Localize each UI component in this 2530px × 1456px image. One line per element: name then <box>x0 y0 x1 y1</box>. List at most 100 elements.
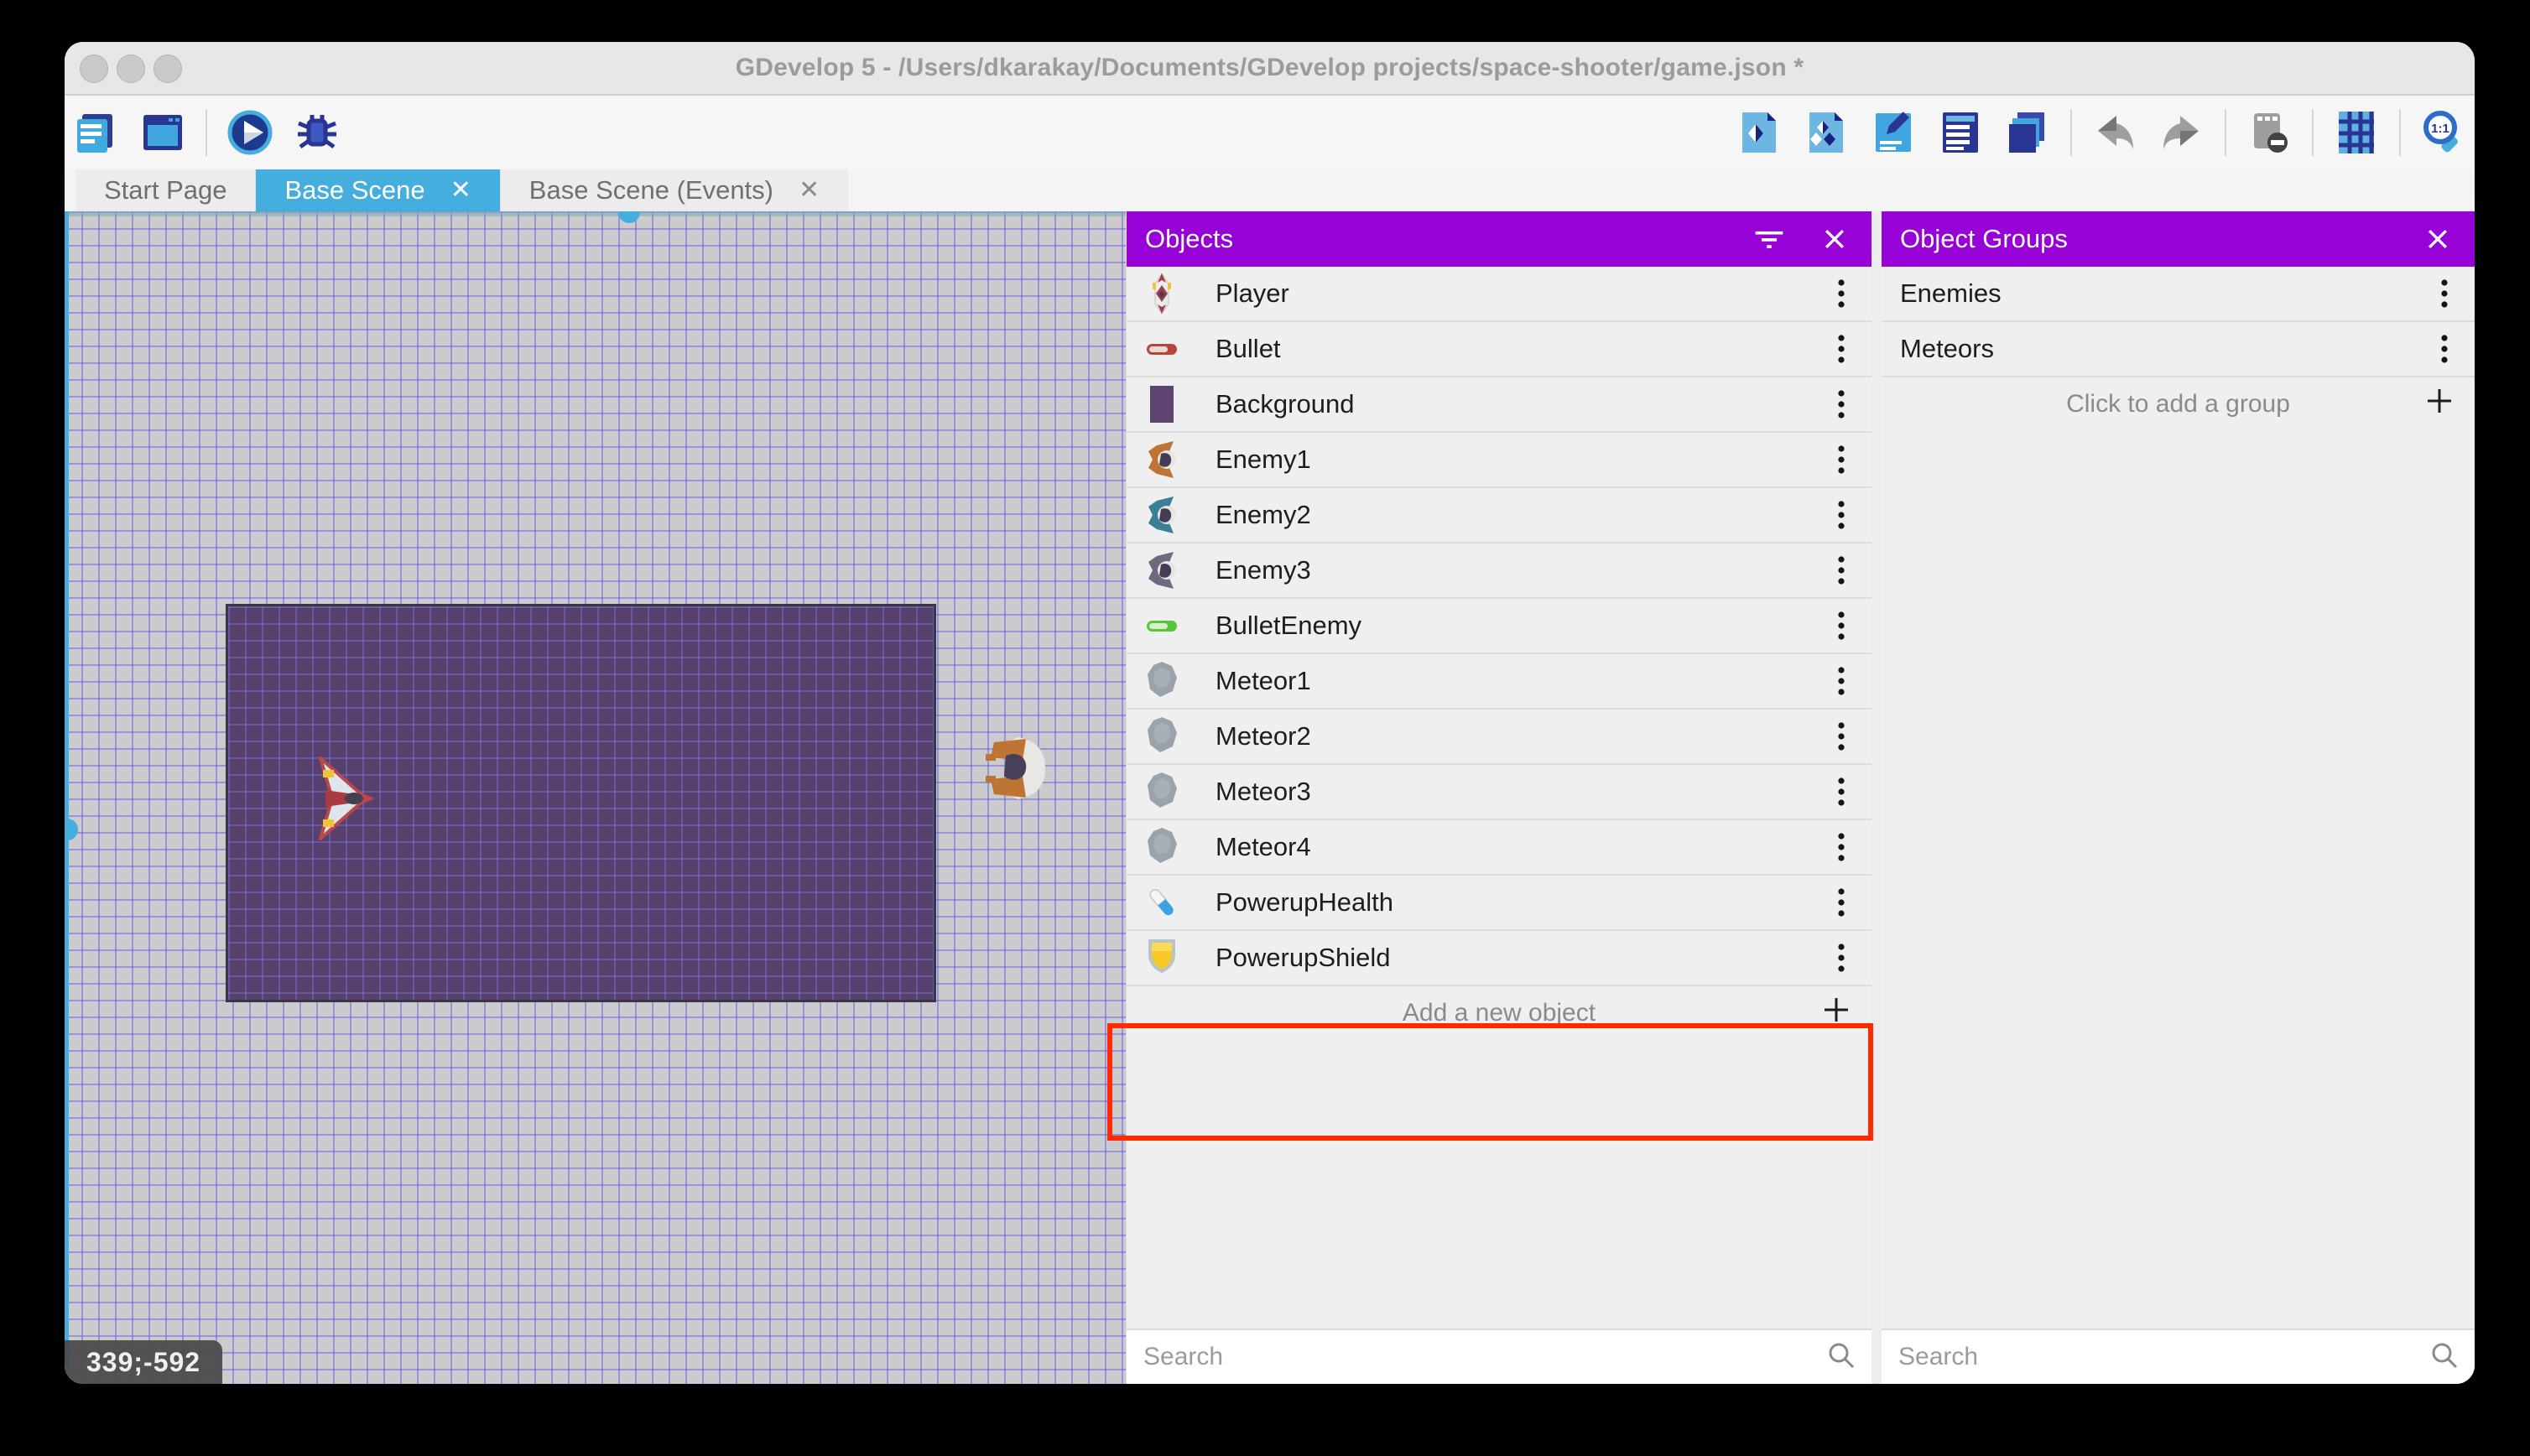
object-row-bulletenemy[interactable]: BulletEnemy <box>1127 599 1871 654</box>
meteor-icon <box>1143 715 1180 758</box>
minimize-window-button[interactable] <box>117 55 145 83</box>
objects-panel-icon <box>1742 112 1776 153</box>
zoom-1-1-button[interactable]: 1:1 <box>2419 108 2468 157</box>
player-instance[interactable] <box>312 752 376 845</box>
tab-label: Base Scene (Events) <box>528 175 773 205</box>
kebab-menu-icon[interactable] <box>1830 765 1853 819</box>
group-row-enemies[interactable]: Enemies <box>1882 267 2475 322</box>
edge-handle-top-icon[interactable] <box>618 211 640 223</box>
tab-label: Base Scene <box>284 175 425 205</box>
object-row-poweruphealth[interactable]: PowerupHealth <box>1127 876 1871 931</box>
pill-icon <box>1143 881 1180 924</box>
object-row-powerupshield[interactable]: PowerupShield <box>1127 931 1871 986</box>
close-window-button[interactable] <box>80 55 108 83</box>
toolbar: 1:1 <box>65 96 2475 169</box>
debug-bug-button[interactable] <box>293 108 341 157</box>
objects-panel: Objects Player Bullet Background Enemy1 … <box>1126 211 1871 1384</box>
close-tab-icon[interactable]: ✕ <box>450 178 471 203</box>
project-manager-button[interactable] <box>71 108 120 157</box>
object-row-player[interactable]: Player <box>1127 267 1871 322</box>
panel-divider[interactable] <box>1871 211 1882 1384</box>
object-row-enemy2[interactable]: Enemy2 <box>1127 488 1871 543</box>
instances-list-button[interactable] <box>1936 108 1985 157</box>
undo-button[interactable] <box>2090 108 2139 157</box>
object-name: BulletEnemy <box>1216 611 1362 640</box>
kebab-menu-icon[interactable] <box>1830 322 1853 376</box>
object-name: Meteor2 <box>1216 721 1311 751</box>
kebab-menu-icon[interactable] <box>1830 931 1853 985</box>
groups-search-input[interactable] <box>1897 1342 2429 1372</box>
search-icon <box>2429 1340 2460 1375</box>
close-tab-icon[interactable]: ✕ <box>799 178 820 203</box>
object-row-bullet[interactable]: Bullet <box>1127 322 1871 377</box>
start-page-window-button[interactable] <box>138 108 187 157</box>
redo-button[interactable] <box>2158 108 2206 157</box>
kebab-menu-icon[interactable] <box>2433 267 2456 320</box>
scene-top-edge <box>65 211 1126 216</box>
toggle-mask-button[interactable] <box>2245 108 2293 157</box>
object-row-enemy1[interactable]: Enemy1 <box>1127 433 1871 488</box>
objects-search-input[interactable] <box>1142 1342 1826 1372</box>
kebab-menu-icon[interactable] <box>1830 599 1853 653</box>
object-row-enemy3[interactable]: Enemy3 <box>1127 543 1871 599</box>
toolbar-separator <box>2070 109 2072 156</box>
scene-canvas[interactable]: 339;-592 <box>65 211 1126 1384</box>
edge-handle-left-icon[interactable] <box>67 819 78 840</box>
kebab-menu-icon[interactable] <box>1830 820 1853 874</box>
enemy2-icon <box>1143 493 1180 537</box>
enemy-instance[interactable] <box>984 736 1051 801</box>
toolbar-separator <box>2312 109 2314 156</box>
kebab-menu-icon[interactable] <box>1830 488 1853 542</box>
player-ship-sprite <box>317 752 375 845</box>
kebab-menu-icon[interactable] <box>1830 876 1853 929</box>
group-row-meteors[interactable]: Meteors <box>1882 322 2475 377</box>
object-name: Enemy1 <box>1216 445 1311 474</box>
tab-start-page[interactable]: Start Page <box>75 169 256 211</box>
close-objects-panel-icon[interactable] <box>1816 221 1853 257</box>
meteor-icon <box>1143 825 1180 869</box>
redo-icon <box>2163 116 2199 149</box>
toolbar-separator <box>2399 109 2401 156</box>
enemy3-icon <box>1143 549 1180 592</box>
object-groups-panel-title: Object Groups <box>1900 224 2068 253</box>
project-manager-icon <box>77 114 112 153</box>
close-object-groups-panel-icon[interactable] <box>2419 221 2456 257</box>
enemy-ship-sprite <box>986 737 1045 799</box>
kebab-menu-icon[interactable] <box>2433 322 2456 376</box>
tab-base-scene[interactable]: Base Scene ✕ <box>255 169 500 211</box>
zoom-window-button[interactable] <box>154 55 182 83</box>
add-object-button[interactable]: Add a new object <box>1127 986 1871 1040</box>
object-groups-panel-button[interactable] <box>1802 108 1851 157</box>
object-row-meteor2[interactable]: Meteor2 <box>1127 710 1871 765</box>
object-row-meteor1[interactable]: Meteor1 <box>1127 654 1871 710</box>
grid-button[interactable] <box>2332 108 2381 157</box>
window-title: GDevelop 5 - /Users/dkarakay/Documents/G… <box>735 54 1804 81</box>
object-name: Meteor4 <box>1216 832 1311 861</box>
toolbar-separator <box>206 109 207 156</box>
kebab-menu-icon[interactable] <box>1830 543 1853 597</box>
object-row-meteor3[interactable]: Meteor3 <box>1127 765 1871 820</box>
object-name: Meteor3 <box>1216 777 1311 806</box>
properties-panel-icon <box>1876 112 1911 152</box>
groups-search-bar <box>1882 1329 2475 1384</box>
kebab-menu-icon[interactable] <box>1830 654 1853 708</box>
add-group-button[interactable]: Click to add a group <box>1882 377 2475 431</box>
zoom-1-1-icon: 1:1 <box>2423 111 2458 153</box>
tab-base-scene-events-[interactable]: Base Scene (Events) ✕ <box>499 169 849 211</box>
object-name: Meteor1 <box>1216 666 1311 695</box>
filter-icon[interactable] <box>1751 221 1788 257</box>
kebab-menu-icon[interactable] <box>1830 267 1853 320</box>
object-row-background[interactable]: Background <box>1127 377 1871 433</box>
toolbar-separator <box>2225 109 2226 156</box>
kebab-menu-icon[interactable] <box>1830 433 1853 486</box>
layers-panel-button[interactable] <box>2003 108 2052 157</box>
object-name: PowerupHealth <box>1216 887 1393 917</box>
kebab-menu-icon[interactable] <box>1830 377 1853 431</box>
objects-panel-button[interactable] <box>1735 108 1783 157</box>
kebab-menu-icon[interactable] <box>1830 710 1853 763</box>
tab-bar: Start Page Base Scene ✕ Base Scene (Events)… <box>65 169 2475 211</box>
object-row-meteor4[interactable]: Meteor4 <box>1127 820 1871 876</box>
groups-list: Enemies Meteors <box>1882 267 2475 377</box>
properties-panel-button[interactable] <box>1869 108 1918 157</box>
preview-play-button[interactable] <box>226 108 274 157</box>
